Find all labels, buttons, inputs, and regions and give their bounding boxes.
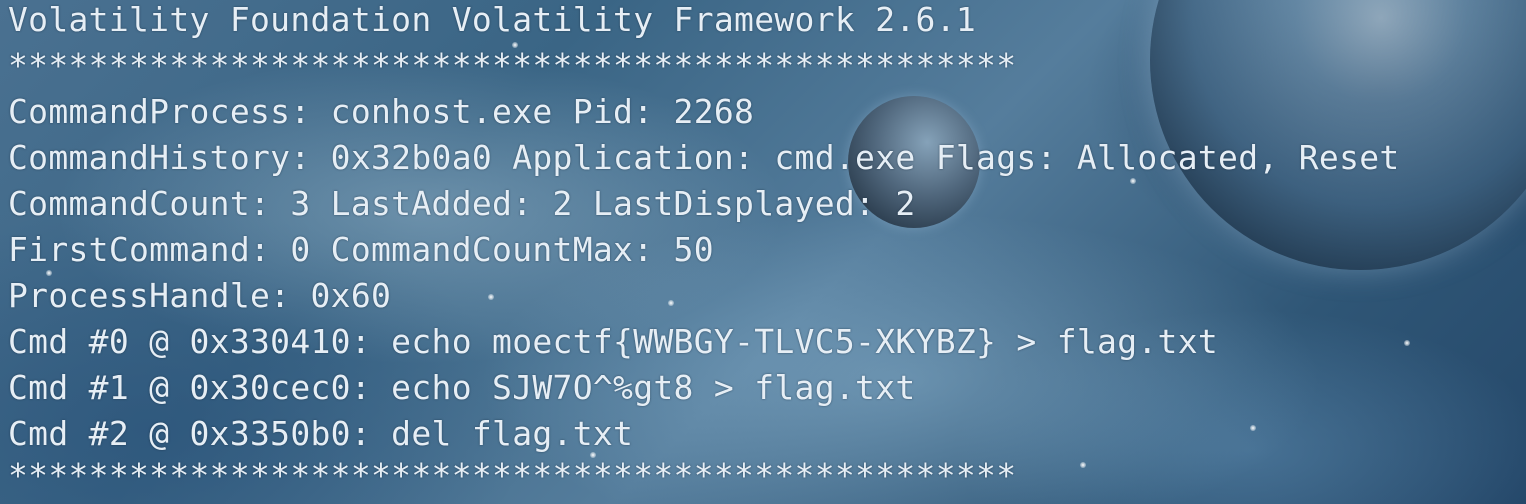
- terminal-separator: ****************************************…: [8, 46, 1017, 85]
- star: [488, 294, 494, 300]
- terminal-line: Cmd #1 @ 0x30cec0: echo SJW7O^%gt8 > fla…: [8, 368, 916, 407]
- terminal-line: FirstCommand: 0 CommandCountMax: 50: [8, 230, 714, 269]
- terminal-window[interactable]: Volatility Foundation Volatility Framewo…: [0, 0, 1526, 504]
- terminal-line: CommandProcess: conhost.exe Pid: 2268: [8, 92, 755, 131]
- star: [1080, 462, 1086, 468]
- terminal-line: Cmd #2 @ 0x3350b0: del flag.txt: [8, 414, 634, 453]
- terminal-line: Volatility Foundation Volatility Framewo…: [8, 0, 977, 39]
- terminal-line: CommandHistory: 0x32b0a0 Application: cm…: [8, 138, 1400, 177]
- terminal-line: ProcessHandle: 0x60: [8, 276, 392, 315]
- planet-background: [1150, 0, 1526, 270]
- star: [1130, 178, 1136, 184]
- star: [668, 300, 674, 306]
- terminal-line: Cmd #0 @ 0x330410: echo moectf{WWBGY-TLV…: [8, 322, 1219, 361]
- terminal-line: CommandCount: 3 LastAdded: 2 LastDisplay…: [8, 184, 916, 223]
- star: [1404, 340, 1410, 346]
- star: [1250, 425, 1256, 431]
- terminal-separator: ****************************************…: [8, 456, 1017, 495]
